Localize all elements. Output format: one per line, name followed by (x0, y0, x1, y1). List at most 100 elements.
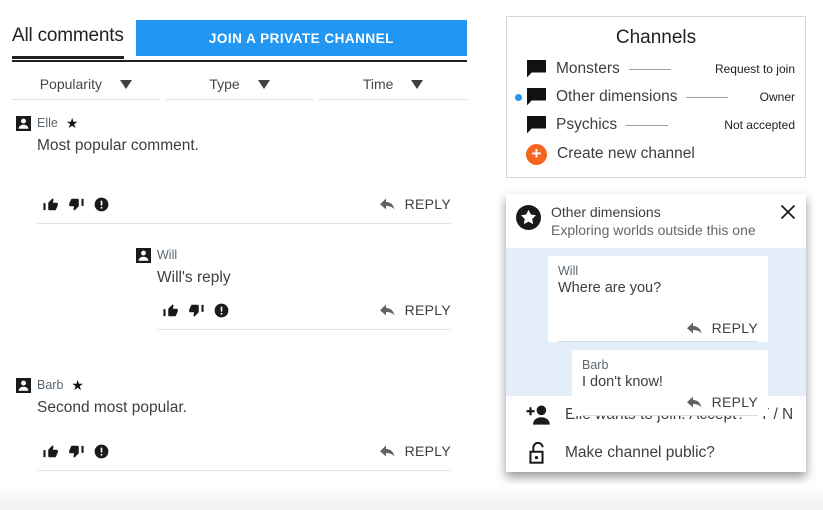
chevron-down-icon (411, 79, 424, 89)
channels-title: Channels (615, 27, 697, 48)
channel-row-monsters[interactable]: Monsters Request to join (507, 55, 805, 83)
channel-dash (628, 68, 671, 70)
comment-author-line: Elle ★ (16, 114, 451, 132)
create-new-channel-button[interactable]: + Create new channel (507, 139, 805, 169)
close-icon[interactable] (780, 204, 796, 220)
report-icon[interactable] (214, 303, 229, 318)
chat-bubble-icon (527, 116, 546, 134)
comment-author-line: Barb ★ (16, 376, 451, 394)
chat-channel-subtitle: Exploring worlds outside this one (551, 222, 756, 238)
chat-messages-area: Will Where are you? REPLY Barb I don't k… (506, 248, 806, 416)
report-icon[interactable] (94, 444, 109, 459)
channel-name: Other dimensions (556, 88, 678, 105)
reply-body: Will's reply (157, 269, 231, 286)
reply-button[interactable]: REPLY (378, 443, 451, 459)
plus-circle-icon: + (526, 143, 547, 165)
channel-dash (626, 124, 669, 126)
star-icon: ★ (71, 377, 84, 393)
star-avatar-icon (516, 205, 541, 230)
selection-dot (515, 93, 522, 101)
channel-name: Psychics (556, 116, 618, 133)
message-reply-button[interactable]: REPLY (558, 316, 758, 342)
sort-label-time: Time (362, 76, 394, 92)
sort-label-popularity: Popularity (39, 76, 102, 92)
avatar-icon (16, 377, 31, 393)
reply-arrow-icon (686, 396, 702, 408)
make-channel-public-label: Make channel public? (565, 444, 715, 461)
reply-label: REPLY (404, 302, 451, 318)
reply-author-name: Will (157, 248, 178, 262)
join-private-channel-button[interactable]: JOIN A PRIVATE CHANNEL (135, 20, 467, 56)
header-divider (12, 60, 467, 62)
channel-row-psychics[interactable]: Psychics Not accepted (507, 111, 805, 139)
vote-icon-group (157, 302, 229, 319)
channels-card: Channels Monsters Request to join Other … (506, 16, 806, 178)
thumbs-down-icon[interactable] (68, 443, 85, 460)
chat-panel-header: Other dimensions Exploring worlds outsid… (506, 194, 806, 248)
reply-arrow-icon (379, 198, 395, 210)
report-icon[interactable] (94, 197, 109, 212)
reply-button[interactable]: REPLY (378, 196, 451, 212)
comment-author-name: Elle (37, 116, 58, 130)
selection-dot (515, 122, 522, 129)
chat-message: Barb I don't know! REPLY (572, 350, 768, 416)
channel-row-other-dimensions[interactable]: Other dimensions Owner (507, 83, 805, 111)
comment-reply-item: Will Will's reply REPLY (136, 246, 451, 330)
thumbs-up-icon[interactable] (42, 443, 59, 460)
reply-arrow-icon (379, 445, 395, 457)
reply-label: REPLY (404, 196, 451, 212)
thumbs-up-icon[interactable] (42, 196, 59, 213)
page-bottom-gradient (0, 484, 823, 510)
channel-status: Not accepted (724, 118, 795, 132)
thumbs-down-icon[interactable] (188, 302, 205, 319)
comment-action-row: REPLY (37, 191, 451, 224)
sort-controls-row: Popularity Type Time (12, 72, 468, 100)
reply-label: REPLY (711, 320, 758, 336)
message-text: Where are you? (558, 280, 662, 296)
chevron-down-icon (257, 79, 270, 89)
avatar-icon (16, 115, 31, 131)
sort-dropdown-popularity[interactable]: Popularity (12, 72, 160, 100)
reply-author-line: Will (136, 246, 451, 264)
channel-name: Monsters (556, 60, 620, 77)
person-add-icon (526, 405, 550, 425)
message-author: Barb (582, 358, 609, 372)
chevron-down-icon (119, 79, 132, 89)
vote-icon-group (37, 443, 109, 460)
sort-dropdown-time[interactable]: Time (319, 72, 468, 100)
create-new-channel-label: Create new channel (557, 145, 695, 162)
tab-all-comments[interactable]: All comments (12, 20, 124, 59)
message-text: I don't know! (582, 374, 663, 390)
chat-channel-title: Other dimensions (551, 204, 661, 220)
sort-dropdown-type[interactable]: Type (165, 72, 314, 100)
reply-action-row: REPLY (157, 297, 451, 330)
chat-bubble-icon (527, 60, 546, 78)
comment-author-name: Barb (37, 378, 64, 392)
star-icon: ★ (65, 115, 79, 131)
chat-message: Will Where are you? REPLY (548, 256, 768, 342)
comments-header: All comments JOIN A PRIVATE CHANNEL (12, 20, 467, 60)
reply-label: REPLY (404, 443, 451, 459)
channel-dash (686, 96, 729, 98)
vote-icon-group (37, 196, 109, 213)
chat-header-text: Other dimensions Exploring worlds outsid… (551, 204, 756, 239)
thumbs-down-icon[interactable] (68, 196, 85, 213)
comment-body: Second most popular. (37, 399, 187, 416)
channel-status: Request to join (714, 62, 795, 76)
avatar-icon (136, 247, 151, 263)
make-channel-public-action[interactable]: Make channel public? (506, 434, 806, 472)
channel-status: Owner (759, 90, 795, 104)
chat-bubble-icon (527, 88, 546, 106)
reply-arrow-icon (379, 304, 395, 316)
comment-action-row: REPLY (37, 438, 451, 471)
comment-item: Barb ★ Second most popular. REPLY (16, 376, 451, 471)
reply-label: REPLY (711, 394, 758, 410)
message-reply-button[interactable]: REPLY (582, 390, 758, 416)
message-author: Will (558, 264, 579, 278)
comments-column: All comments JOIN A PRIVATE CHANNEL Popu… (0, 0, 470, 510)
thumbs-up-icon[interactable] (162, 302, 179, 319)
selection-dot (515, 66, 522, 73)
sort-label-type: Type (209, 76, 240, 92)
reply-button[interactable]: REPLY (378, 302, 451, 318)
unlock-icon (529, 441, 544, 464)
